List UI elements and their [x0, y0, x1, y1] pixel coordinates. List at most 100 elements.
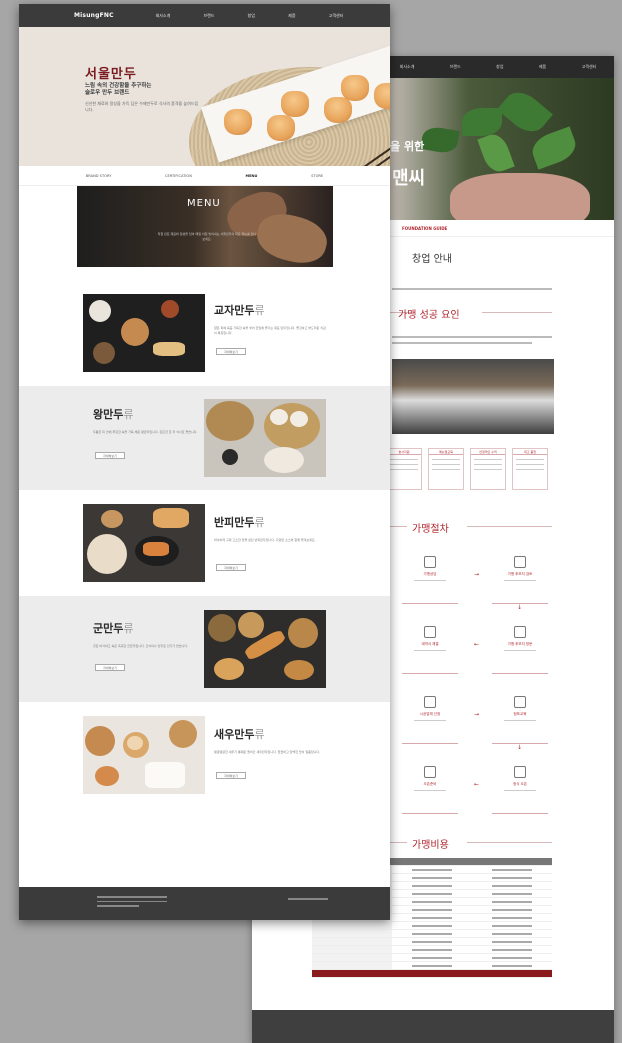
hero-subtitle-line: 느림 속의 건강함을 추구하는 — [85, 83, 152, 89]
table-row — [312, 922, 552, 930]
banpi-mandu-photo — [83, 504, 205, 582]
success-card: 최고 품질 — [512, 448, 548, 490]
education-icon — [514, 696, 526, 708]
document-icon — [514, 556, 526, 568]
dumpling-image — [224, 109, 252, 135]
divider — [482, 312, 552, 313]
nav-item-support[interactable]: 고객센터 — [329, 13, 344, 19]
construction-icon — [424, 696, 436, 708]
family-site-select[interactable] — [288, 898, 328, 900]
arrow-left-icon: ← — [474, 781, 480, 788]
product-name: 반피만두류 — [214, 516, 265, 529]
nav-item-company[interactable]: 회사소개 — [156, 13, 171, 19]
process-step: 가맹 후보지 검토 — [492, 546, 548, 604]
product-name: 교자만두류 — [214, 304, 265, 317]
saeu-mandu-photo — [83, 716, 205, 794]
front-page-menu: MisungFNC 회사소개 브랜드 창업 제품 고객센터 서울만두 느림 속의… — [19, 4, 390, 920]
leaf-shape — [497, 84, 553, 140]
back-nav-item[interactable]: 창업 — [496, 64, 503, 70]
logo[interactable]: MisungFNC — [29, 12, 139, 19]
back-nav-item[interactable]: 제품 — [539, 64, 546, 70]
wang-mandu-photo — [204, 399, 326, 477]
gyoza-photo — [83, 294, 205, 372]
arrow-right-icon: → — [474, 711, 480, 718]
product-detail-button[interactable]: 자세히보기 — [216, 772, 246, 779]
success-card: 안정적인 수익 — [470, 448, 506, 490]
dumpling-image — [324, 97, 352, 123]
hero-description: 신선한 재료와 정성을 가득 담은 수제만두로 식사의 품격을 높여드립니다. — [85, 101, 199, 112]
divider — [467, 842, 552, 843]
leaf-shape — [462, 108, 502, 136]
sub-tabs: BRAND STORY CERTIFICATION MENU STORE — [19, 166, 390, 186]
product-detail-button[interactable]: 자세히보기 — [95, 452, 125, 459]
tab-brand-story[interactable]: BRAND STORY — [86, 174, 112, 178]
back-tab-label[interactable]: FOUNDATION GUIDE — [402, 226, 447, 231]
process-step: 가맹상담 — [402, 546, 458, 604]
back-hero-line2: 맨씨 — [392, 168, 426, 189]
product-description: 탱글탱글한 새우가 통째로 들어간 새우만두입니다. 깔끔하고 담백한 맛이 일… — [214, 750, 321, 754]
success-card: 매뉴얼교육 — [428, 448, 464, 490]
dumpling-image — [281, 91, 309, 117]
card-title: 매뉴얼교육 — [429, 449, 463, 455]
product-section: 군만두류 겉은 바삭하고 속은 촉촉한 군만두입니다. 간식이나 안주로 인기가… — [19, 596, 390, 702]
process-step: 점포교육 — [492, 686, 548, 744]
text-line — [392, 288, 552, 290]
table-row — [312, 962, 552, 970]
card-title: 최고 품질 — [513, 449, 547, 455]
product-section: 새우만두류 탱글탱글한 새우가 통째로 들어간 새우만두입니다. 깔끔하고 담백… — [19, 702, 390, 822]
arrow-left-icon: ← — [474, 641, 480, 648]
hero-title: 서울만두 — [85, 67, 137, 82]
contract-icon — [424, 626, 436, 638]
cost-title: 가맹비용 — [412, 840, 449, 851]
success-card: 본사지원 — [386, 448, 422, 490]
back-nav-item[interactable]: 회사소개 — [400, 64, 415, 70]
tab-store[interactable]: STORE — [311, 174, 323, 178]
nav-item-franchise[interactable]: 창업 — [248, 13, 255, 19]
consult-icon — [424, 556, 436, 568]
back-nav-item[interactable]: 고객센터 — [582, 64, 597, 70]
table-row — [312, 946, 552, 954]
product-detail-button[interactable]: 자세히보기 — [95, 664, 125, 671]
tab-menu[interactable]: MENU — [246, 174, 258, 178]
card-title: 안정적인 수익 — [471, 449, 505, 455]
footer-info — [97, 896, 167, 910]
dumpling-image — [374, 83, 390, 109]
back-nav-item[interactable]: 브랜드 — [450, 64, 461, 70]
menu-banner: MENU 직접 만든 재료와 정성을 담아 매일 아침 빚어내는 서울만두의 대… — [77, 186, 333, 267]
process-step: 정식 오픈 — [492, 756, 548, 814]
dumpling-image — [341, 75, 369, 101]
product-description: 바삭하게 구워 고소한 맛을 살린 반피만두입니다. 다양한 소스와 함께 즐겨… — [214, 538, 316, 542]
table-row — [312, 954, 552, 962]
tab-certification[interactable]: CERTIFICATION — [165, 174, 192, 178]
top-nav: MisungFNC 회사소개 브랜드 창업 제품 고객센터 — [19, 4, 390, 27]
table-row — [312, 938, 552, 946]
arrow-down-icon: ↓ — [517, 604, 523, 611]
menu-banner-title: MENU — [187, 198, 221, 209]
product-description: 얇은 피에 육즙 가득한 속을 넣어 한입에 즐기는 대표 만두입니다. 쫄깃하… — [214, 326, 326, 335]
success-title: 가맹 성공 요인 — [398, 310, 460, 321]
product-name: 새우만두류 — [214, 728, 265, 741]
product-detail-button[interactable]: 자세히보기 — [216, 564, 246, 571]
leaf-shape — [528, 126, 580, 170]
text-line — [392, 342, 532, 344]
nav-item-product[interactable]: 제품 — [288, 13, 295, 19]
prepare-icon — [424, 766, 436, 778]
store-photo — [392, 359, 554, 434]
dumpling-image — [267, 115, 295, 141]
menu-banner-description: 직접 만든 재료와 정성을 담아 매일 아침 빚어내는 서울만두의 대표 메뉴를… — [157, 232, 257, 241]
product-name: 왕만두류 — [93, 408, 134, 421]
hero-subtitle: 느림 속의 건강함을 추구하는 슬로우 만두 브랜드 — [85, 83, 151, 97]
front-footer — [19, 887, 390, 920]
back-hero-line1: 을 위한 — [390, 140, 425, 153]
process-step: 계약서 체결 — [402, 616, 458, 674]
hero-subtitle-line: 슬로우 만두 브랜드 — [85, 90, 130, 96]
text-line — [392, 336, 552, 338]
product-detail-button[interactable]: 자세히보기 — [216, 348, 246, 355]
process-title: 가맹절차 — [412, 524, 449, 535]
nav-item-brand[interactable]: 브랜드 — [203, 13, 214, 19]
process-step: 오픈준비 — [402, 756, 458, 814]
product-description: 겉은 바삭하고 속은 촉촉한 군만두입니다. 간식이나 안주로 인기가 많습니다… — [93, 644, 189, 648]
arrow-right-icon: → — [474, 571, 480, 578]
table-total-row — [312, 970, 552, 978]
visit-icon — [514, 626, 526, 638]
